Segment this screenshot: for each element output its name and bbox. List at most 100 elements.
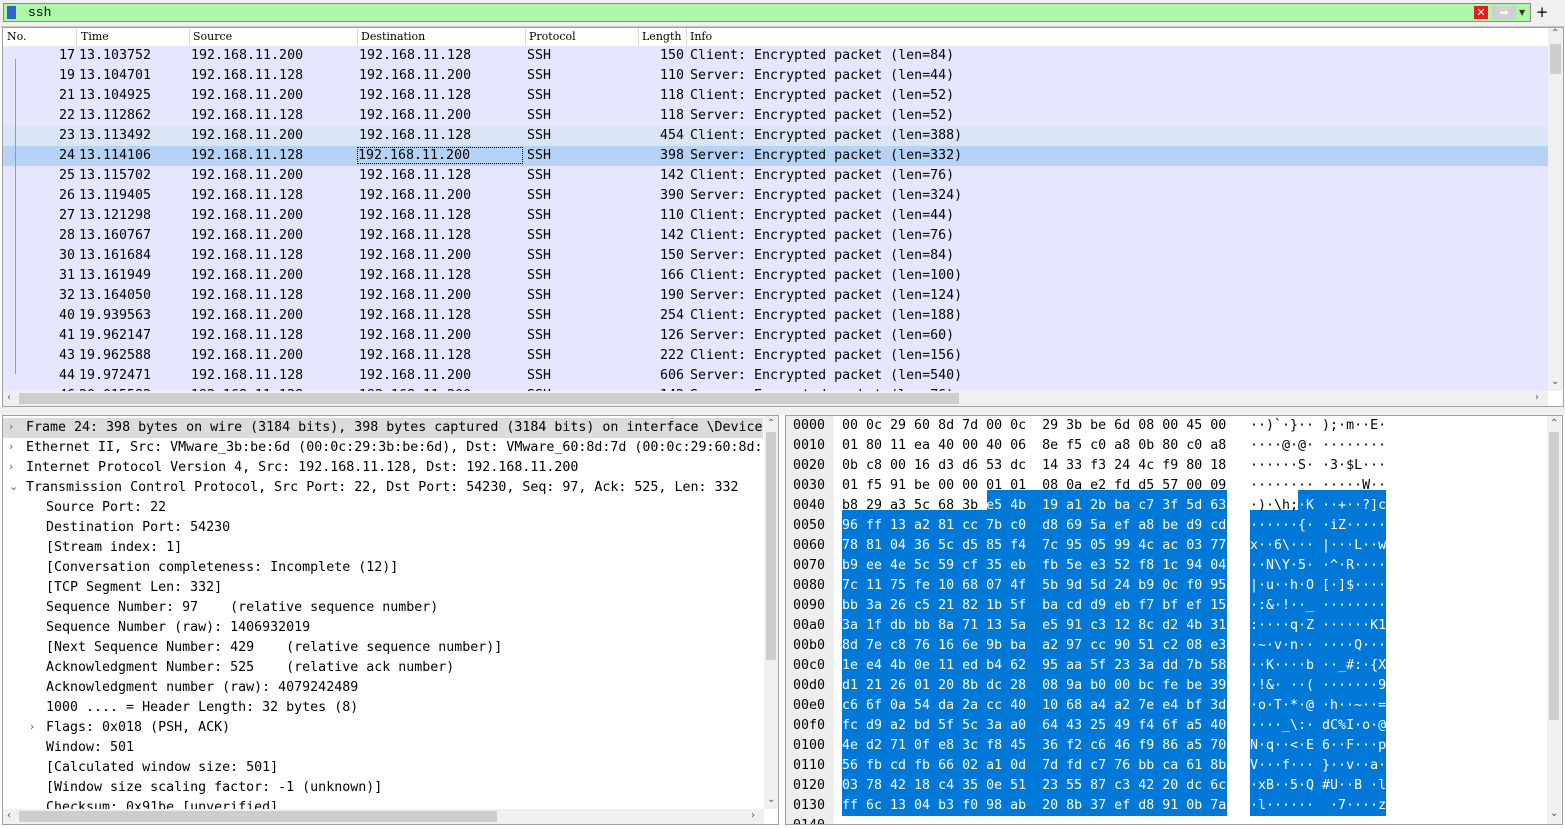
hex-row[interactable]: 0030 01 f5 91 be 00 00 01 01 08 0a e2 fd … — [786, 478, 1546, 498]
hex-row[interactable]: 00a0 3a 1f db bb 8a 71 13 5a e5 91 c3 12 … — [786, 618, 1546, 638]
hex-row[interactable]: 00e0 c6 6f 0a 54 da 2a cc 40 10 68 a4 a2 … — [786, 698, 1546, 718]
detail-line[interactable]: [Next Sequence Number: 429 (relative seq… — [3, 638, 763, 658]
detail-line[interactable]: Acknowledgment Number: 525 (relative ack… — [3, 658, 763, 678]
column-header-no[interactable]: No. — [7, 30, 27, 43]
packet-row[interactable]: 41 19.962147 192.168.11.128 192.168.11.200 S… — [3, 326, 1548, 346]
hex-row[interactable]: 00f0 fc d9 a2 bd 5f 5c 3a a0 64 43 25 49 … — [786, 718, 1546, 738]
packet-details-pane: › Frame 24: 398 bytes on wire (3184 bits)… — [2, 415, 779, 825]
hex-row[interactable]: 0070 b9 ee 4e 5c 59 cf 35 eb fb 5e e3 52 … — [786, 558, 1546, 578]
column-header-protocol[interactable]: Protocol — [529, 30, 576, 43]
hex-row[interactable]: 0120 03 78 42 18 c4 35 0e 51 23 55 87 c3 … — [786, 778, 1546, 798]
detail-text: Sequence Number (raw): 1406932019 — [46, 620, 311, 635]
detail-line[interactable]: 1000 .... = Header Length: 32 bytes (8) — [3, 698, 763, 718]
hex-row[interactable]: 0090 bb 3a 26 c5 21 82 1b 5f ba cd d9 eb … — [786, 598, 1546, 618]
detail-line[interactable]: ⌄ Transmission Control Protocol, Src Port… — [3, 478, 763, 498]
column-header-info[interactable]: Info — [690, 30, 712, 43]
packet-row[interactable]: 32 13.164050 192.168.11.128 192.168.11.200 S… — [3, 286, 1548, 306]
hex-row[interactable]: 0080 7c 11 75 fe 10 68 07 4f 5b 9d 5d 24 … — [786, 578, 1546, 598]
detail-line[interactable]: Acknowledgment number (raw): 4079242489 — [3, 678, 763, 698]
packet-row[interactable]: 43 19.962588 192.168.11.200 192.168.11.128 S… — [3, 346, 1548, 366]
column-header-destination[interactable]: Destination — [361, 30, 425, 43]
hex-row[interactable]: 0100 4e d2 71 0f e8 3c f8 45 36 f2 c6 46 … — [786, 738, 1546, 758]
hex-row[interactable]: 0010 01 80 11 ea 40 00 40 06 8e f5 c0 a8 … — [786, 438, 1546, 458]
expanded-caret-icon[interactable]: ⌄ — [9, 480, 18, 493]
packet-row[interactable]: 40 19.939563 192.168.11.200 192.168.11.128 S… — [3, 306, 1548, 326]
hex-row[interactable]: 0020 0b c8 00 16 d3 d6 53 dc 14 33 f3 24 … — [786, 458, 1546, 478]
detail-line[interactable]: Window: 501 — [3, 738, 763, 758]
collapsed-caret-icon[interactable]: › — [9, 420, 13, 433]
apply-filter-icon[interactable]: ➡ — [1492, 6, 1516, 19]
packet-row[interactable]: 27 13.121298 192.168.11.200 192.168.11.128 S… — [3, 206, 1548, 226]
bytes-vscroll-thumb[interactable] — [1549, 432, 1559, 720]
hex-row[interactable]: 00d0 d1 21 26 01 20 8b dc 28 08 9a b0 00 … — [786, 678, 1546, 698]
column-header-time[interactable]: Time — [81, 30, 109, 43]
detail-line[interactable]: › Flags: 0x018 (PSH, ACK) — [3, 718, 763, 738]
clear-filter-icon[interactable]: ✕ — [1474, 6, 1488, 19]
cell-proto: SSH — [527, 68, 552, 83]
detail-line[interactable]: [TCP Segment Len: 332] — [3, 578, 763, 598]
details-hscroll-thumb[interactable] — [19, 811, 497, 822]
packet-row[interactable]: 17 13.103752 192.168.11.200 192.168.11.128 S… — [3, 46, 1548, 66]
hex-row[interactable]: 0130 ff 6c 13 04 b3 f0 98 ab 20 8b 37 ef … — [786, 798, 1546, 818]
detail-line[interactable]: Destination Port: 54230 — [3, 518, 763, 538]
detail-line[interactable]: [Window size scaling factor: -1 (unknown… — [3, 778, 763, 798]
details-vscrollbar[interactable]: ⌃ ⌄ — [764, 416, 778, 809]
filter-text[interactable]: ssh — [28, 5, 51, 20]
add-filter-button-icon[interactable]: + — [1534, 3, 1550, 21]
detail-line[interactable]: › Frame 24: 398 bytes on wire (3184 bits)… — [3, 418, 763, 438]
packet-row[interactable]: 26 13.119405 192.168.11.128 192.168.11.200 S… — [3, 186, 1548, 206]
recent-filters-icon[interactable]: ▼ — [1519, 6, 1529, 19]
detail-line[interactable]: › Internet Protocol Version 4, Src: 192.1… — [3, 458, 763, 478]
hex-row[interactable]: 00b0 8d 7e c8 76 16 6e 9b ba a2 97 cc 90 … — [786, 638, 1546, 658]
detail-line[interactable]: Sequence Number (raw): 1406932019 — [3, 618, 763, 638]
packet-list-vscroll-thumb[interactable] — [1550, 44, 1561, 74]
cell-len: 390 — [659, 188, 684, 203]
packet-bytes-pane: 0000 00 0c 29 60 8d 7d 00 0c 29 3b be 6d … — [785, 415, 1563, 825]
hex-row[interactable]: 0050 96 ff 13 a2 81 cc 7b c0 d8 69 5a ef … — [786, 518, 1546, 538]
hex-row[interactable]: 0060 78 81 04 36 5c d5 85 f4 7c 95 05 99 … — [786, 538, 1546, 558]
packet-list-vscrollbar[interactable]: ⌃ ⌄ — [1548, 28, 1563, 391]
pane-splitter[interactable] — [0, 407, 1565, 415]
packet-row[interactable]: 24 13.114106 192.168.11.128 192.168.11.200 S… — [3, 146, 1548, 166]
bookmark-icon[interactable] — [7, 6, 16, 19]
bytes-vscrollbar[interactable]: ⌃ ⌄ — [1547, 416, 1561, 824]
hex-bytes-highlighted: 3a 1f db bb 8a 71 13 5a e5 91 c3 12 8c d… — [842, 618, 1227, 633]
cell-src: 192.168.11.200 — [191, 88, 304, 103]
column-header-length[interactable]: Length — [642, 30, 681, 43]
packet-row[interactable]: 19 13.104701 192.168.11.128 192.168.11.200 S… — [3, 66, 1548, 86]
hex-row[interactable]: 0140 e5 21 a3 ab d5 25 9c 47 de 78 4b 83 … — [786, 818, 1546, 824]
detail-line[interactable]: [Stream index: 1] — [3, 538, 763, 558]
packet-row[interactable]: 44 19.972471 192.168.11.128 192.168.11.200 S… — [3, 366, 1548, 386]
details-vscroll-thumb[interactable] — [766, 432, 776, 660]
cell-src: 192.168.11.200 — [191, 128, 304, 143]
hex-row[interactable]: 0000 00 0c 29 60 8d 7d 00 0c 29 3b be 6d … — [786, 418, 1546, 438]
column-header-source[interactable]: Source — [193, 30, 232, 43]
packet-list-hscrollbar[interactable]: ‹ › — [3, 391, 1548, 406]
packet-row[interactable]: 31 13.161949 192.168.11.200 192.168.11.128 S… — [3, 266, 1548, 286]
packet-row[interactable]: 30 13.161684 192.168.11.128 192.168.11.200 S… — [3, 246, 1548, 266]
details-hscrollbar[interactable]: ‹ › — [3, 809, 764, 824]
collapsed-caret-icon[interactable]: › — [9, 440, 13, 453]
cell-len: 254 — [659, 308, 684, 323]
collapsed-caret-icon[interactable]: › — [30, 720, 34, 733]
detail-line[interactable]: › Ethernet II, Src: VMware_3b:be:6d (00:0… — [3, 438, 763, 458]
collapsed-caret-icon[interactable]: › — [9, 460, 13, 473]
packet-row[interactable]: 23 13.113492 192.168.11.200 192.168.11.128 S… — [3, 126, 1548, 146]
cell-no: 17 — [58, 48, 75, 63]
packet-row[interactable]: 28 13.160767 192.168.11.200 192.168.11.128 S… — [3, 226, 1548, 246]
packet-row[interactable]: 22 13.112862 192.168.11.128 192.168.11.200 S… — [3, 106, 1548, 126]
hex-row[interactable]: 0110 56 fb cd fb 66 02 a1 0d 7d fd c7 76 … — [786, 758, 1546, 778]
detail-line[interactable]: [Conversation completeness: Incomplete (… — [3, 558, 763, 578]
detail-line[interactable]: [Calculated window size: 501] — [3, 758, 763, 778]
hex-row[interactable]: 0040 b8 29 a3 5c 68 3b e5 4b 19 a1 2b ba … — [786, 498, 1546, 518]
detail-line[interactable]: Source Port: 22 — [3, 498, 763, 518]
detail-line[interactable]: Sequence Number: 97 (relative sequence n… — [3, 598, 763, 618]
detail-text: Source Port: 22 — [46, 500, 167, 515]
packet-row[interactable]: 21 13.104925 192.168.11.200 192.168.11.128 S… — [3, 86, 1548, 106]
hex-row[interactable]: 00c0 1e e4 4b 0e 11 ed b4 62 95 aa 5f 23 … — [786, 658, 1546, 678]
packet-list-hscroll-thumb[interactable] — [19, 393, 959, 404]
packet-row[interactable]: 25 13.115702 192.168.11.200 192.168.11.128 S… — [3, 166, 1548, 186]
detail-text: Acknowledgment Number: 525 (relative ack… — [46, 660, 455, 675]
display-filter-input[interactable]: ssh ✕ ➡ ▼ — [3, 3, 1531, 22]
hex-offset: 00d0 — [793, 678, 826, 693]
